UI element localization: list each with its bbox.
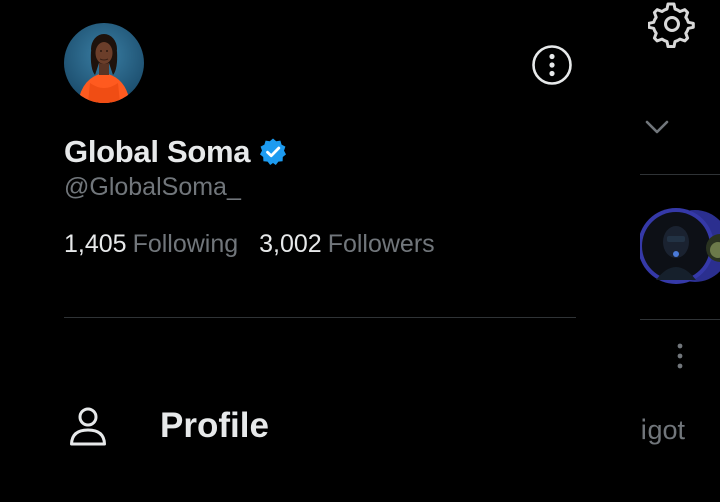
followers-label: Followers xyxy=(327,230,435,258)
followers-link[interactable]: 3,002 Followers xyxy=(259,229,435,259)
gear-icon[interactable] xyxy=(648,0,696,48)
avatar-image xyxy=(64,23,144,103)
feed-divider xyxy=(640,319,720,320)
display-name: Global Soma xyxy=(64,134,251,169)
verified-badge-icon xyxy=(260,138,287,165)
following-label: Following xyxy=(132,230,239,258)
person-icon xyxy=(70,407,106,446)
display-name-row[interactable]: Global Soma xyxy=(64,132,288,172)
feed-tweet-text: ⅰgot xyxy=(640,415,686,445)
following-link[interactable]: 1,405 Following xyxy=(64,229,238,259)
feed-avatars xyxy=(640,206,720,288)
chevron-down-icon[interactable] xyxy=(642,114,672,140)
side-drawer: Global Soma @GlobalSoma_ 1,405 Following … xyxy=(0,0,640,502)
user-handle: @GlobalSoma_ xyxy=(64,173,241,201)
follow-stats: 1,405 Following 3,002 Followers xyxy=(64,229,435,259)
following-count: 1,405 xyxy=(64,230,127,258)
menu-item-profile[interactable]: Profile xyxy=(64,396,576,456)
followers-count: 3,002 xyxy=(259,230,322,258)
more-options-icon[interactable] xyxy=(530,43,574,87)
app-screen: ⅰgot Global Soma @GlobalSoma_ 1,405 Foll… xyxy=(0,0,720,502)
more-vertical-icon[interactable] xyxy=(668,338,692,374)
feed-divider xyxy=(640,174,720,175)
menu-item-label: Profile xyxy=(160,406,269,445)
avatar[interactable] xyxy=(64,23,144,103)
divider xyxy=(64,317,576,318)
